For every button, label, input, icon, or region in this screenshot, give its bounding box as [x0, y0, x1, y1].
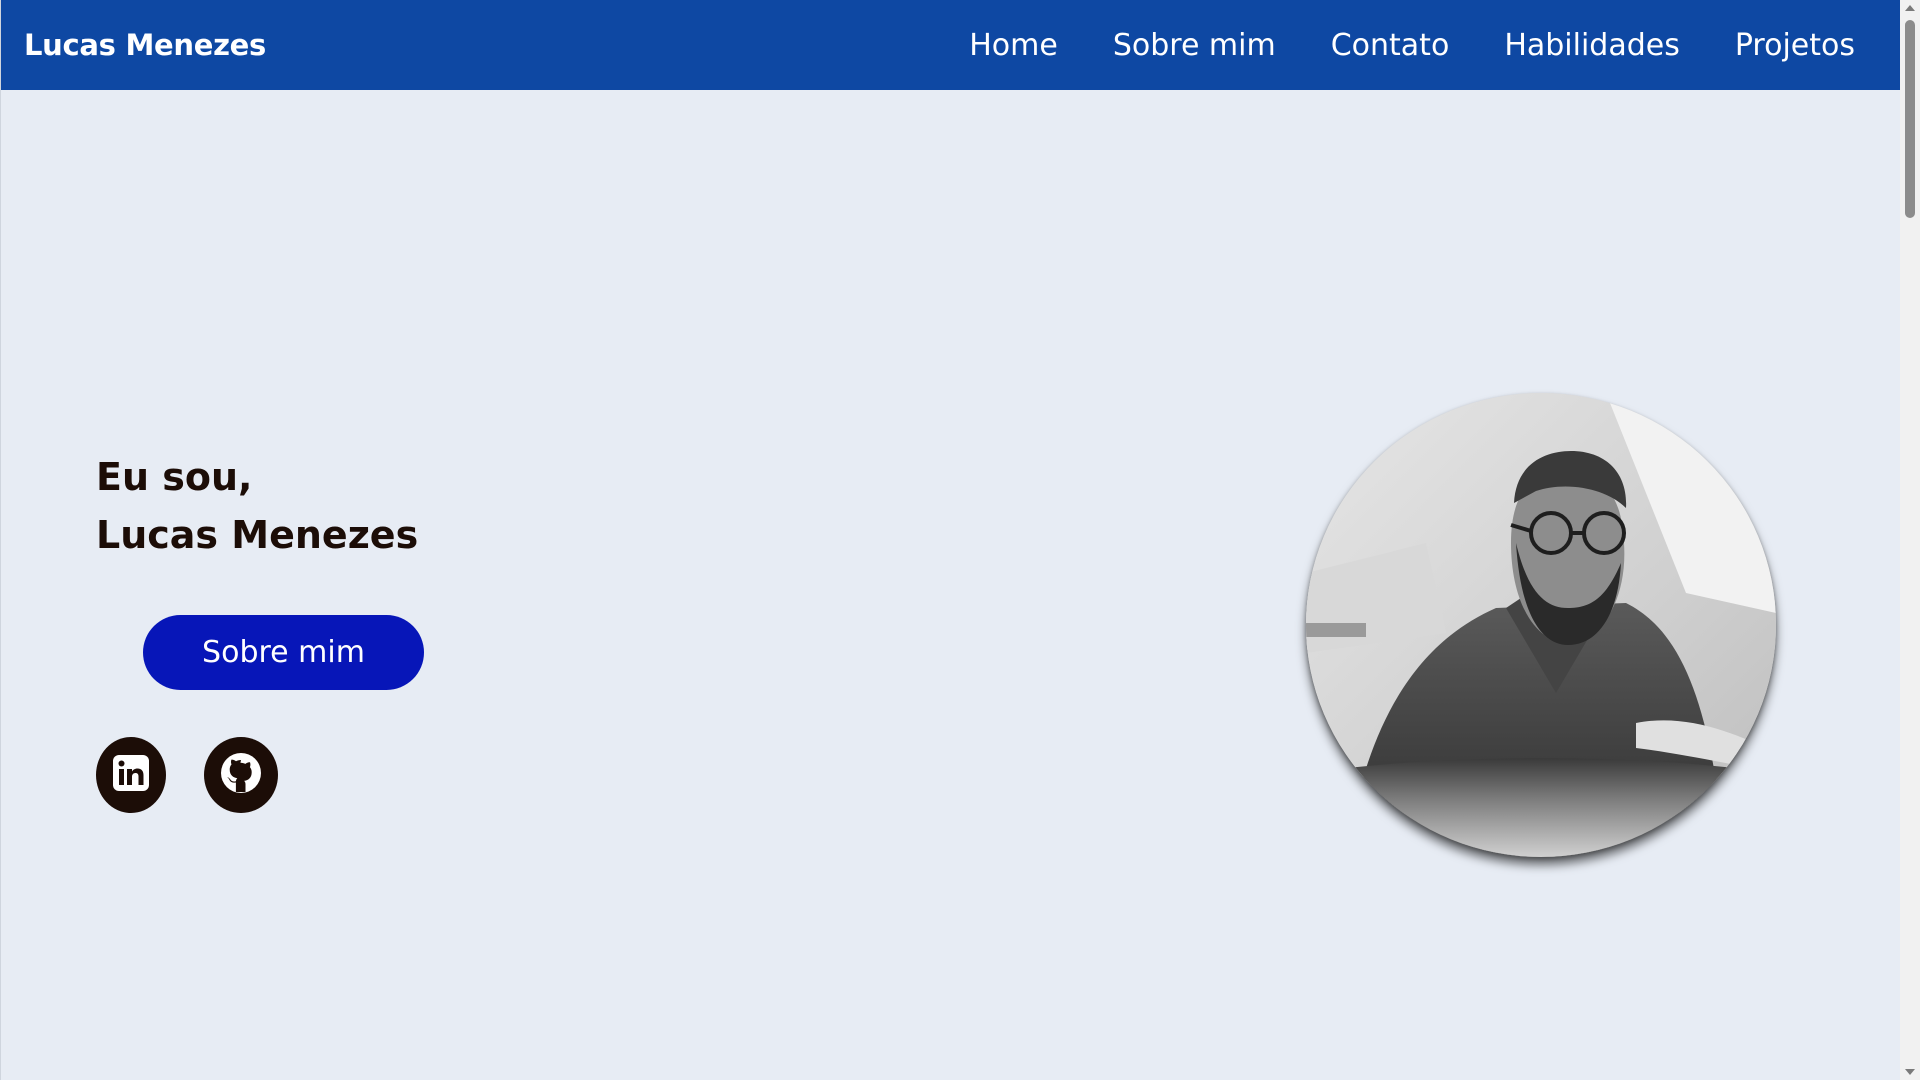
github-icon — [217, 749, 265, 801]
scroll-up-arrow-icon[interactable] — [1905, 5, 1915, 11]
nav-link-sobre-mim[interactable]: Sobre mim — [1113, 28, 1276, 63]
brand-logo[interactable]: Lucas Menezes — [24, 28, 266, 62]
hero-name: Lucas Menezes — [96, 513, 419, 557]
navbar: Lucas Menezes Home Sobre mim Contato Hab… — [1, 0, 1901, 90]
nav-link-habilidades[interactable]: Habilidades — [1504, 28, 1680, 63]
github-link[interactable] — [204, 737, 278, 813]
nav-link-projetos[interactable]: Projetos — [1735, 28, 1855, 63]
vertical-scrollbar[interactable] — [1900, 0, 1920, 1080]
profile-photo — [1306, 393, 1776, 857]
nav-menu: Home Sobre mim Contato Habilidades Proje… — [969, 28, 1855, 63]
linkedin-icon — [111, 753, 151, 797]
about-me-button[interactable]: Sobre mim — [143, 615, 424, 690]
scrollbar-thumb[interactable] — [1905, 20, 1915, 218]
nav-link-contato[interactable]: Contato — [1331, 28, 1450, 63]
hero-text: Eu sou, Lucas Menezes — [96, 448, 418, 564]
linkedin-link[interactable] — [96, 737, 166, 813]
hero-greeting: Eu sou, — [96, 455, 253, 499]
page-viewport: Lucas Menezes Home Sobre mim Contato Hab… — [0, 0, 1901, 1080]
nav-link-home[interactable]: Home — [969, 28, 1058, 63]
scroll-down-arrow-icon[interactable] — [1905, 1069, 1915, 1075]
